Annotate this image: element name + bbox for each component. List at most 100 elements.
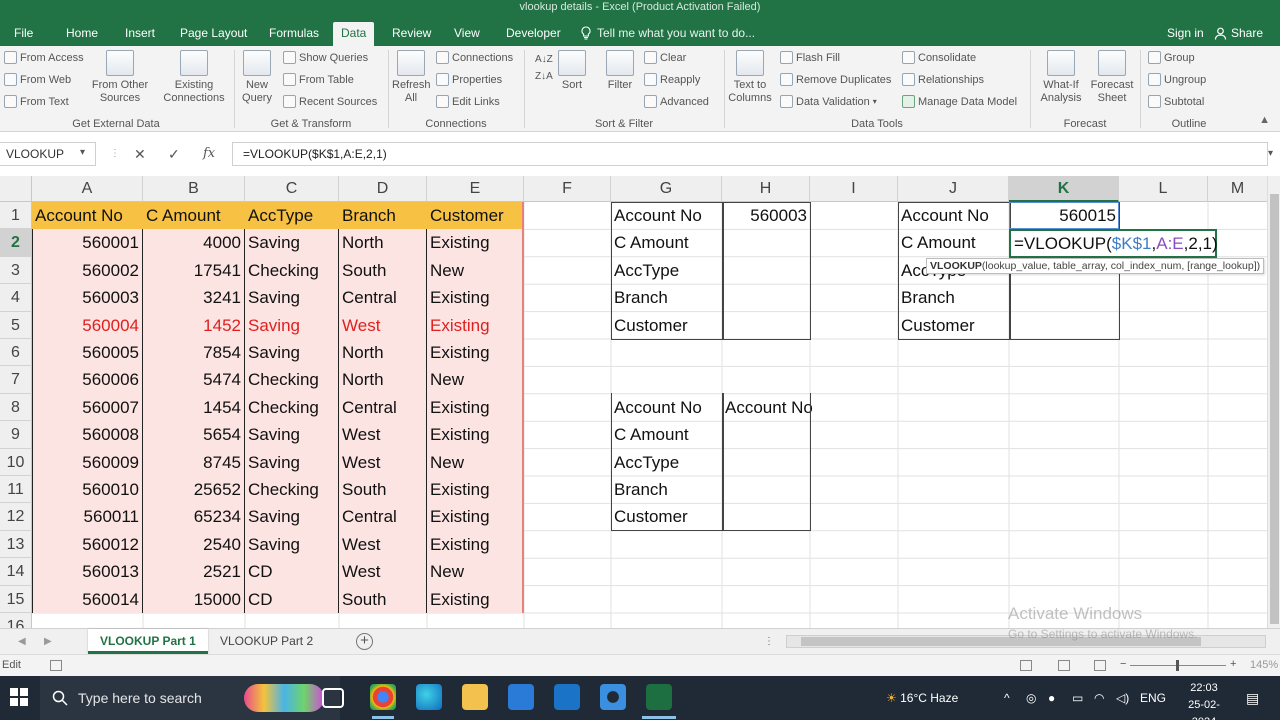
from-table-button[interactable]: From Table [283, 73, 354, 86]
table-cell[interactable]: Existing [427, 503, 524, 531]
recent-sources-button[interactable]: Recent Sources [283, 95, 377, 108]
table-cell[interactable]: 560001 [32, 229, 143, 257]
filter-button[interactable]: Filter [601, 50, 639, 92]
table-cell[interactable]: 560011 [32, 503, 143, 531]
table-cell[interactable]: Saving [245, 503, 339, 531]
table-cell[interactable]: 560014 [32, 585, 143, 613]
table-cell[interactable]: 560006 [32, 366, 143, 394]
input-language[interactable]: ENG [1140, 676, 1166, 720]
relationships-button[interactable]: Relationships [902, 73, 984, 86]
from-access-button[interactable]: From Access [4, 51, 84, 64]
mail-icon[interactable] [554, 684, 580, 710]
volume-icon[interactable]: ◁) [1116, 676, 1129, 720]
table-cell[interactable]: 560013 [32, 558, 143, 586]
row-header-6[interactable]: 6 [0, 339, 32, 367]
table-header-cell[interactable]: C Amount [143, 202, 245, 230]
tab-file[interactable]: File [6, 24, 41, 46]
column-header-b[interactable]: B [143, 176, 245, 202]
table-cell[interactable]: Existing [427, 476, 524, 504]
formula-input[interactable]: =VLOOKUP($K$1,A:E,2,1) [232, 142, 1268, 166]
column-header-l[interactable]: L [1119, 176, 1208, 202]
table-cell[interactable]: Central [339, 284, 427, 312]
row-header-9[interactable]: 9 [0, 421, 32, 449]
sheet-next-icon[interactable]: ▶ [44, 629, 52, 655]
row-header-11[interactable]: 11 [0, 476, 32, 504]
tooltip-function-name[interactable]: VLOOKUP [930, 260, 982, 272]
row-header-4[interactable]: 4 [0, 284, 32, 312]
remove-duplicates-button[interactable]: Remove Duplicates [780, 73, 891, 86]
table-cell[interactable]: 5474 [143, 366, 245, 394]
from-web-button[interactable]: From Web [4, 73, 71, 86]
edit-links-button[interactable]: Edit Links [436, 95, 500, 108]
table-cell[interactable]: South [339, 585, 427, 613]
table-cell[interactable]: 560003 [32, 284, 143, 312]
tab-page-layout[interactable]: Page Layout [172, 24, 255, 46]
table-cell[interactable]: North [339, 339, 427, 367]
forecast-sheet-button[interactable]: Forecast Sheet [1088, 50, 1136, 105]
ungroup-button[interactable]: Ungroup [1148, 73, 1206, 86]
table-cell[interactable]: 7854 [143, 339, 245, 367]
lookup-label-cell[interactable]: Branch [611, 284, 722, 311]
data-validation-button[interactable]: Data Validation ▾ [780, 95, 877, 108]
table-cell[interactable]: 3241 [143, 284, 245, 312]
normal-view-icon[interactable] [1020, 660, 1032, 671]
row-header-13[interactable]: 13 [0, 530, 32, 559]
enter-check-icon[interactable]: ✓ [168, 142, 180, 166]
edge-icon[interactable] [416, 684, 442, 710]
tab-view[interactable]: View [446, 24, 488, 46]
table-cell[interactable]: CD [245, 585, 339, 613]
column-header-g[interactable]: G [611, 176, 722, 202]
text-to-columns-button[interactable]: Text to Columns [727, 50, 773, 105]
table-cell[interactable]: 4000 [143, 229, 245, 257]
tab-developer[interactable]: Developer [498, 24, 569, 46]
table-cell[interactable]: North [339, 366, 427, 394]
tab-formulas[interactable]: Formulas [261, 24, 327, 46]
table-cell[interactable]: Existing [427, 585, 524, 613]
table-cell[interactable]: 17541 [143, 256, 245, 285]
sheet-tab-vlookup-part-1[interactable]: VLOOKUP Part 1 [88, 629, 208, 654]
page-layout-view-icon[interactable] [1058, 660, 1070, 671]
lookup-label-cell[interactable]: Account No [611, 202, 722, 229]
show-queries-button[interactable]: Show Queries [283, 51, 368, 64]
lookup-label-cell[interactable]: AccType [611, 257, 722, 284]
row-header-8[interactable]: 8 [0, 393, 32, 422]
reapply-button[interactable]: Reapply [644, 73, 700, 86]
lookup-label-cell[interactable]: C Amount [611, 421, 722, 448]
row-header-10[interactable]: 10 [0, 448, 32, 476]
row-header-15[interactable]: 15 [0, 585, 32, 613]
table-cell[interactable]: Checking [245, 366, 339, 394]
vertical-scrollbar[interactable] [1267, 176, 1280, 628]
column-header-h[interactable]: H [722, 176, 810, 202]
sort-ascending-icon[interactable]: A↓Z [535, 54, 553, 65]
insert-function-icon[interactable]: fx [203, 142, 215, 166]
table-cell[interactable]: Saving [245, 448, 339, 476]
table-cell[interactable]: 560009 [32, 448, 143, 476]
column-header-d[interactable]: D [339, 176, 427, 202]
zoom-out-icon[interactable]: − [1120, 658, 1126, 670]
tab-review[interactable]: Review [384, 24, 439, 46]
table-cell[interactable]: West [339, 421, 427, 449]
table-cell[interactable]: 1454 [143, 393, 245, 422]
function-tooltip[interactable]: VLOOKUP(lookup_value, table_array, col_i… [926, 258, 1265, 274]
table-cell[interactable]: Existing [427, 311, 524, 339]
table-cell[interactable]: New [427, 366, 524, 394]
lookup-label-cell[interactable]: Branch [898, 284, 1009, 311]
table-cell[interactable]: Checking [245, 393, 339, 422]
table-cell[interactable]: West [339, 558, 427, 586]
column-header-f[interactable]: F [524, 176, 611, 202]
manage-data-model-button[interactable]: Manage Data Model [902, 95, 1017, 108]
table-header-cell[interactable]: AccType [245, 202, 339, 230]
lookup-label-cell[interactable]: Customer [898, 312, 1009, 339]
name-box-dropdown-icon[interactable]: ▾ [80, 142, 85, 164]
windows-start-icon[interactable] [10, 688, 28, 706]
cancel-icon[interactable]: ✕ [134, 142, 146, 166]
table-cell[interactable]: Checking [245, 256, 339, 285]
tab-data[interactable]: Data [333, 22, 375, 46]
subtotal-button[interactable]: Subtotal [1148, 95, 1204, 108]
table-cell[interactable]: 8745 [143, 448, 245, 476]
collapse-ribbon-icon[interactable]: ▲ [1259, 114, 1270, 126]
lookup-label-cell[interactable]: C Amount [898, 229, 1009, 256]
table-cell[interactable]: New [427, 256, 524, 285]
advanced-button[interactable]: Advanced [644, 95, 709, 108]
table-cell[interactable]: 560012 [32, 530, 143, 559]
